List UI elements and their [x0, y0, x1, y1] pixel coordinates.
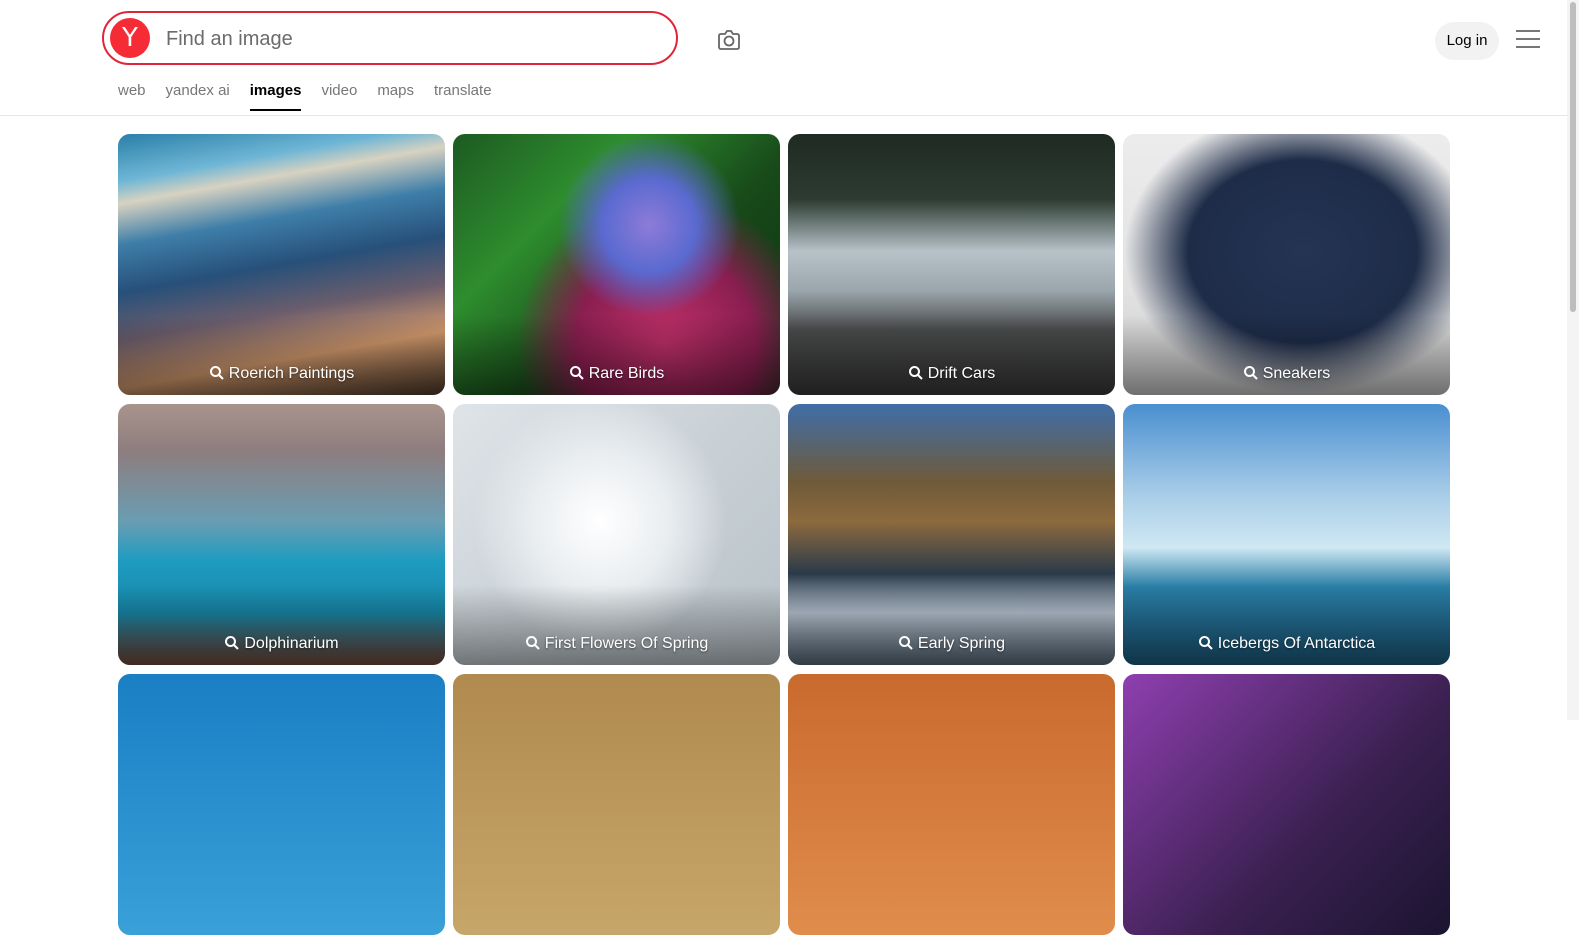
camera-search-icon[interactable]: [714, 25, 744, 55]
search-icon: [209, 366, 224, 380]
card-label: Drift Cars: [927, 365, 996, 382]
search-tabs: web yandex ai images video maps translat…: [118, 82, 512, 111]
card-shade: [1123, 315, 1450, 395]
card-shade: [453, 585, 780, 665]
collection-card-drift-cars[interactable]: Drift Cars: [788, 134, 1115, 395]
collection-card-partial[interactable]: [788, 674, 1115, 935]
collection-card-rare-birds[interactable]: Rare Birds: [453, 134, 780, 395]
search-icon: [898, 636, 913, 650]
scrollbar-thumb[interactable]: [1570, 2, 1576, 312]
login-button[interactable]: Log in: [1435, 22, 1499, 60]
search-icon: [525, 636, 540, 650]
search-box[interactable]: Y: [102, 11, 678, 65]
card-label: First Flowers Of Spring: [544, 635, 709, 652]
collection-card-sneakers[interactable]: Sneakers: [1123, 134, 1450, 395]
collection-card-first-flowers-of-spring[interactable]: First Flowers Of Spring: [453, 404, 780, 665]
search-icon: [1198, 636, 1213, 650]
card-label: Dolphinarium: [244, 635, 339, 652]
tab-web[interactable]: web: [118, 82, 146, 111]
search-input[interactable]: [164, 23, 648, 55]
hamburger-menu-icon[interactable]: [1516, 30, 1540, 50]
page-scrollbar[interactable]: [1567, 0, 1579, 720]
search-icon: [225, 636, 240, 650]
search-icon: [569, 366, 584, 380]
tab-video[interactable]: video: [321, 82, 357, 111]
card-label: Icebergs Of Antarctica: [1217, 635, 1376, 652]
search-icon: [908, 366, 923, 380]
card-shade: [453, 315, 780, 395]
collection-card-partial[interactable]: [1123, 674, 1450, 935]
tab-images[interactable]: images: [249, 82, 302, 111]
collection-card-partial[interactable]: [453, 674, 780, 935]
yandex-logo[interactable]: Y: [110, 18, 150, 58]
collection-card-early-spring[interactable]: Early Spring: [788, 404, 1115, 665]
card-label: Sneakers: [1262, 365, 1331, 382]
card-shade: [1123, 585, 1450, 665]
card-shade: [788, 585, 1115, 665]
card-label: Rare Birds: [588, 365, 665, 382]
tab-yandex-ai[interactable]: yandex ai: [166, 82, 230, 111]
collection-card-partial[interactable]: [118, 674, 445, 935]
card-shade: [118, 585, 445, 665]
search-icon: [1243, 366, 1258, 380]
tab-translate[interactable]: translate: [434, 82, 492, 111]
collection-card-icebergs-of-antarctica[interactable]: Icebergs Of Antarctica: [1123, 404, 1450, 665]
collection-card-dolphinarium[interactable]: Dolphinarium: [118, 404, 445, 665]
card-label: Roerich Paintings: [228, 365, 355, 382]
collection-card-roerich-paintings[interactable]: Roerich Paintings: [118, 134, 445, 395]
card-shade: [118, 315, 445, 395]
card-label: Early Spring: [917, 635, 1006, 652]
tab-maps[interactable]: maps: [377, 82, 414, 111]
card-shade: [788, 315, 1115, 395]
header: Y Log in web yandex ai images video maps…: [0, 0, 1579, 116]
